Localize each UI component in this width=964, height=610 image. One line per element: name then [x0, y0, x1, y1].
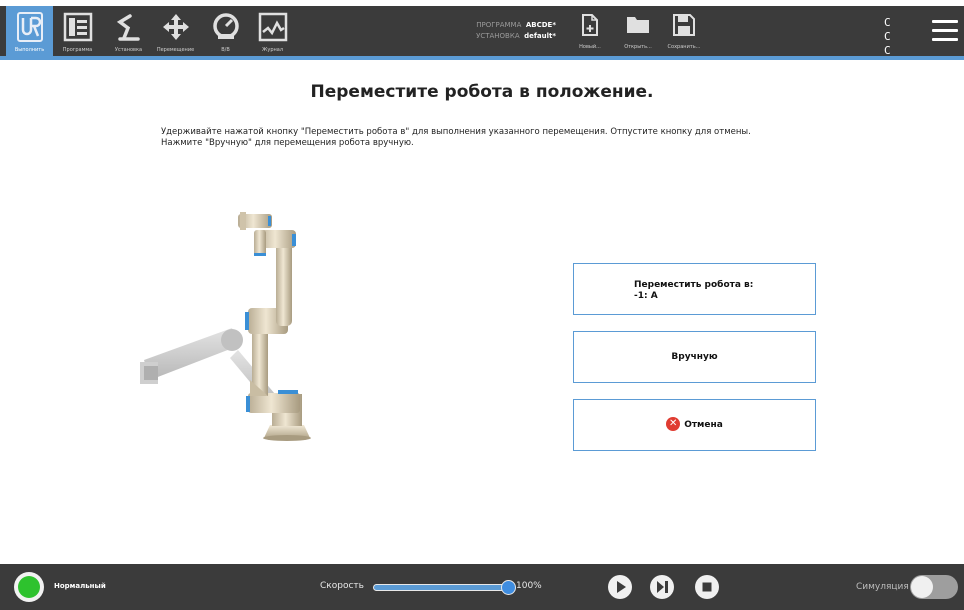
cancel-x-icon: ✕ [666, 416, 681, 431]
new-file-icon [582, 14, 598, 36]
speed-slider-handle[interactable] [501, 580, 516, 595]
manual-button-label: Вручную [671, 352, 718, 362]
stop-button[interactable] [695, 575, 719, 599]
save-file-label: Сохранить... [667, 44, 701, 50]
top-bar: Выполнить Программа Установка Перемещени… [0, 6, 964, 71]
cancel-button[interactable]: ✕ Отмена [573, 399, 816, 451]
tab-log[interactable]: Журнал [249, 6, 296, 56]
new-file-label: Новый... [579, 44, 601, 50]
play-button[interactable] [608, 575, 632, 599]
tab-io[interactable]: В/В [202, 6, 249, 56]
tab-installation-label: Установка [114, 47, 143, 53]
program-key: ПРОГРАММА [476, 21, 522, 29]
step-icon [657, 581, 668, 593]
tab-move[interactable]: Перемещение [152, 6, 199, 56]
instruction-line-2: Нажмите "Вручную" для перемещения робота… [161, 138, 414, 148]
tab-run-label: Выполнить [14, 47, 45, 53]
robot-status-label: Нормальный [54, 582, 106, 590]
instruction-line-1: Удерживайте нажатой кнопку "Переместить … [161, 127, 751, 137]
instructions: Удерживайте нажатой кнопку "Переместить … [161, 127, 881, 149]
tab-log-label: Журнал [261, 47, 284, 53]
hamburger-menu-icon[interactable] [932, 20, 958, 42]
ur-logo-icon [16, 12, 43, 42]
tab-move-label: Перемещение [156, 47, 195, 53]
move-robot-to-label: Переместить робота в: [634, 280, 754, 290]
page-title: Переместите робота в положение. [310, 82, 654, 102]
play-icon [617, 581, 626, 593]
folder-icon [627, 17, 649, 33]
stop-icon [702, 582, 712, 592]
top-bar-accent-line [0, 56, 964, 60]
speed-slider[interactable] [373, 580, 516, 595]
open-file-button[interactable]: Открыть... [618, 6, 658, 54]
control-indicator-row1: C C [884, 16, 895, 43]
simulation-label: Симуляция [856, 582, 909, 592]
robot-current-pose [238, 212, 311, 441]
move-robot-target-label: -1: A [634, 291, 658, 301]
robot-illustration [140, 212, 311, 441]
move-robot-to-button[interactable]: Переместить робота в: -1: A [573, 263, 816, 315]
program-info: ПРОГРАММА ABCDE* УСТАНОВКА default* [440, 20, 556, 42]
save-file-button[interactable]: Сохранить... [664, 6, 704, 54]
tab-program[interactable]: Программа [54, 6, 101, 56]
speed-slider-fill [374, 585, 510, 590]
bottom-bar: Нормальный Скорость 100% Симуляция [0, 564, 964, 610]
program-icon [63, 12, 92, 42]
new-file-button[interactable]: Новый... [570, 6, 610, 54]
io-icon [212, 13, 239, 39]
simulation-toggle-knob [911, 576, 933, 598]
log-icon [258, 12, 287, 42]
tab-program-label: Программа [62, 47, 93, 53]
tab-installation[interactable]: Установка [105, 6, 152, 56]
open-file-label: Открыть... [624, 44, 652, 50]
manual-button[interactable]: Вручную [573, 331, 816, 383]
tab-io-label: В/В [221, 47, 230, 53]
installation-key: УСТАНОВКА [476, 32, 520, 40]
control-indicator: C C C C [884, 16, 914, 72]
installation-icon [116, 14, 140, 41]
tab-run[interactable]: Выполнить [6, 6, 53, 56]
program-name: ABCDE* [525, 21, 556, 29]
move-icon [162, 14, 189, 40]
cancel-button-label: Отмена [684, 420, 723, 430]
step-button[interactable] [650, 575, 674, 599]
robot-status-icon[interactable] [14, 572, 44, 602]
simulation-toggle[interactable] [910, 575, 958, 599]
speed-label: Скорость [320, 581, 364, 591]
installation-name: default* [524, 32, 556, 40]
save-icon [673, 14, 695, 36]
speed-value: 100% [516, 581, 542, 591]
